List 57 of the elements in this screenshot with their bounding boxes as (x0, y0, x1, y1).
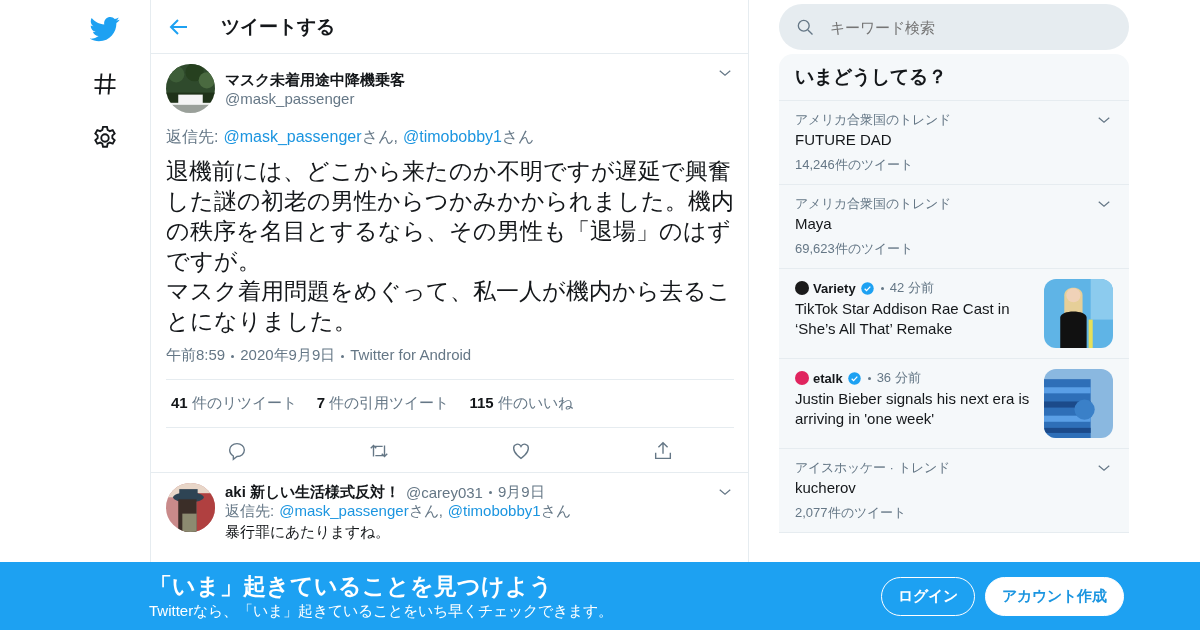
search-field[interactable]: キーワード検索 (779, 4, 1129, 50)
news-source: Variety (813, 280, 856, 296)
bird-logo-icon[interactable] (90, 14, 120, 44)
news-headline: Justin Bieber signals his next era is arriving in 'one week' (795, 389, 1031, 429)
author-name[interactable]: マスク未着用途中降機乗客 (225, 70, 706, 90)
trend-context: アメリカ合衆国のトレンド (795, 111, 952, 129)
stat-link[interactable]: 7 件の引用ツイート (316, 394, 450, 413)
tweet-meta: 2020年9月9日 (240, 346, 336, 363)
author-name[interactable]: aki 新しい生活様式反対！ (225, 483, 401, 502)
mention-suffix: さん, (408, 502, 443, 519)
trend-context: アイスホッケー · トレンド (795, 459, 951, 477)
share-icon[interactable] (652, 440, 674, 462)
trend-item[interactable]: アメリカ合衆国のトレンド Maya 69,623件のツイート (779, 185, 1129, 269)
reply-date[interactable]: 9月9日 (497, 483, 545, 502)
tweet-count: 2,077件のツイート (795, 504, 907, 522)
panel-title: いまどうしてる？ (779, 54, 1129, 101)
trend-topic: FUTURE DAD (795, 131, 893, 148)
search-icon (795, 17, 815, 37)
trend-context: アメリカ合衆国のトレンド (795, 195, 952, 213)
stat-link[interactable]: 41 件のリツイート (171, 394, 297, 413)
news-headline: TikTok Star Addison Rae Cast in ‘She’s All That’ Remake (795, 299, 1011, 339)
trend-item[interactable]: アメリカ合衆国のトレンド FUTURE DAD 14,246件のツイート (779, 101, 1129, 185)
author-handle[interactable]: @carey031 (406, 484, 483, 501)
banner-subtitle: Twitterなら、「いま」起きていることをいち早くチェックできます。 (149, 602, 614, 621)
verified-badge-icon (846, 370, 862, 386)
reply-icon[interactable] (226, 440, 248, 462)
stat-link[interactable]: 115 件のいいね (469, 394, 573, 413)
separator-dot (341, 354, 345, 358)
tweet-meta: Twitter for Android (350, 346, 472, 363)
news-time: 42 分前 (889, 279, 934, 297)
tweet-text: 退機前には、どこから来たのか不明ですが遅延で興奮した謎の初老の男性からつかみかかられました。機内の秩序を名目とするなら、その男性も「退場」のはずですが。 (166, 157, 735, 276)
banner-title: 「いま」起きていることを見つけよう (149, 572, 554, 601)
tweet-count: 69,623件のツイート (795, 240, 914, 258)
author-handle[interactable]: @mask_passenger (225, 89, 706, 107)
reply-to-label: 返信先: (166, 128, 219, 145)
separator-dot (231, 354, 235, 358)
news-time: 36 分前 (876, 369, 921, 387)
page-title: ツイートする (221, 14, 335, 39)
news-source: etalk (813, 370, 843, 386)
mention-suffix: さん, (361, 128, 398, 145)
mention-suffix: さん (501, 128, 534, 145)
news-item[interactable]: etalk 36 分前 Justin Bieber signals his next era is arriving in 'one week' (779, 359, 1129, 449)
trend-topic: kucherov (795, 479, 857, 496)
reply-to-label: 返信先: (225, 502, 275, 519)
news-item[interactable]: Variety 42 分前 TikTok Star Addison Rae Cast in ‘She’s All That’ Remake (779, 269, 1129, 359)
trend-topic: Maya (795, 215, 833, 232)
trend-item[interactable]: アイスホッケー · トレンド kucherov 2,077件のツイート (779, 449, 1129, 533)
mention-suffix: さん (540, 502, 571, 519)
separator-dot (488, 491, 492, 494)
tweet-meta: 午前8:59 (166, 346, 226, 363)
reply-text: 暴行罪にあたりますね。 (225, 523, 391, 542)
heart-icon[interactable] (510, 440, 532, 462)
verified-badge-icon (859, 280, 875, 296)
tweet-text: マスク着用問題をめぐって、私一人が機内から去ることになりました。 (166, 277, 732, 336)
separator-dot (880, 286, 884, 290)
tweet-count: 14,246件のツイート (795, 156, 914, 174)
separator-dot (867, 376, 871, 380)
